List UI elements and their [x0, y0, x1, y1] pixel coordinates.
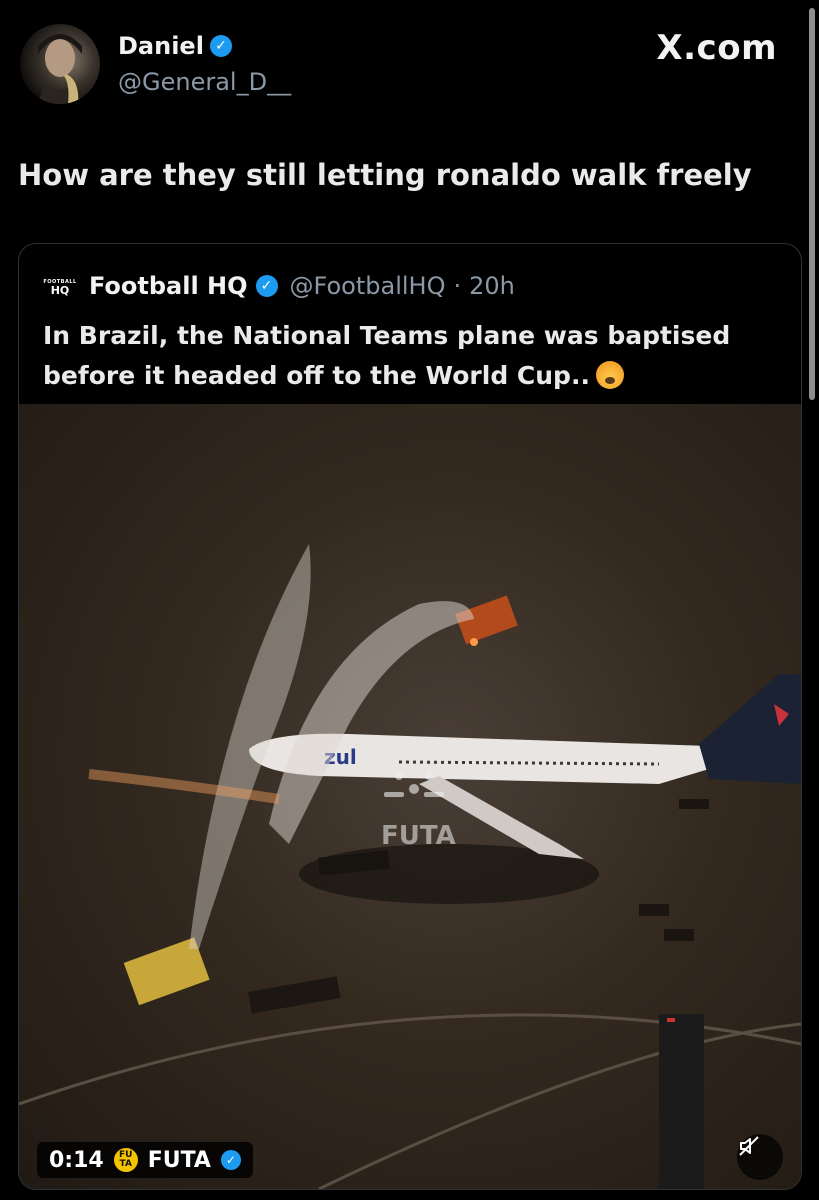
football-hq-logo-icon: FOOTBALL HQ: [43, 277, 76, 299]
verified-badge-icon: ✓: [209, 35, 232, 57]
muted-speaker-icon: [739, 1136, 759, 1156]
quoted-author-name[interactable]: Football HQ: [89, 272, 248, 300]
video-timestamp: 0:14: [49, 1147, 104, 1173]
meta-separator: ·: [453, 272, 462, 300]
quoted-tweet-body: In Brazil, the National Teams plane was …: [43, 321, 731, 390]
logo-big-text: HQ: [50, 284, 70, 297]
avatar[interactable]: [20, 24, 100, 104]
tweet-screenshot: Daniel ✓ @General_D__ X.com How are they…: [0, 0, 819, 1200]
verified-badge-icon: ✓: [220, 1150, 241, 1170]
verified-badge-icon: ✓: [255, 275, 278, 297]
video-frame: zul FUTA: [19, 544, 801, 1189]
video-player[interactable]: zul FUTA 0:14 FU TA FUTA ✓: [19, 404, 801, 1189]
quoted-author-handle[interactable]: @FootballHQ: [290, 272, 446, 300]
mute-button[interactable]: [737, 1134, 783, 1180]
quoted-tweet-card[interactable]: FOOTBALL HQ Football HQ ✓ @FootballHQ · …: [18, 243, 802, 1190]
display-name-text: Daniel: [118, 32, 204, 60]
brand-logo: X.com: [656, 28, 777, 68]
video-watermark: FUTA: [381, 821, 456, 851]
scrollbar[interactable]: [809, 8, 815, 400]
tweet-text: How are they still letting ronaldo walk …: [18, 158, 752, 192]
video-info-pill: 0:14 FU TA FUTA ✓: [37, 1142, 253, 1178]
quoted-tweet-text: In Brazil, the National Teams plane was …: [43, 316, 783, 396]
futa-channel-icon: FU TA: [113, 1148, 138, 1172]
display-name[interactable]: Daniel ✓: [118, 32, 232, 60]
quoted-tweet-header: Football HQ ✓ @FootballHQ · 20h: [89, 272, 515, 300]
user-handle[interactable]: @General_D__: [118, 68, 291, 96]
video-channel-name: FUTA: [147, 1147, 211, 1173]
exploding-head-emoji-icon: [595, 361, 624, 389]
quoted-timestamp[interactable]: 20h: [469, 272, 515, 300]
